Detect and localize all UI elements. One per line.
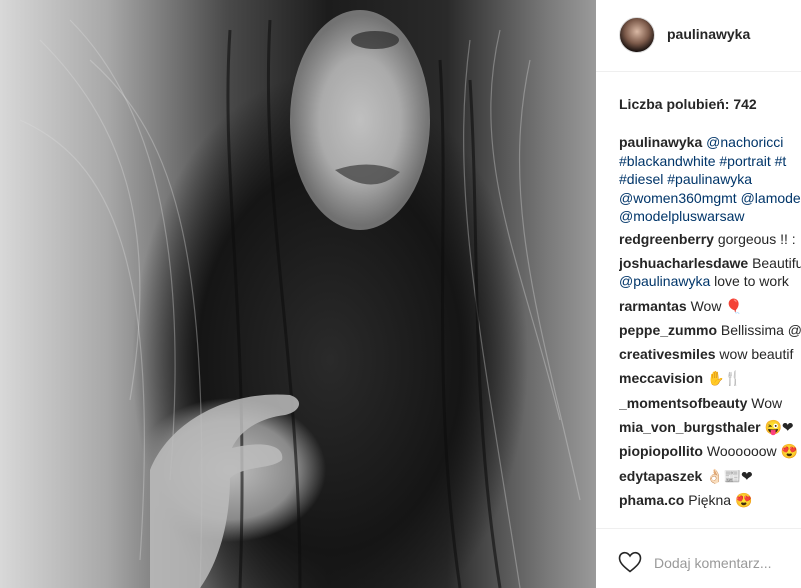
comment-username[interactable]: creativesmiles [619, 346, 716, 362]
post-header: paulinawyka [596, 0, 801, 72]
comment-item: _momentsofbeauty Wow [619, 394, 801, 412]
comment-text: wow beautif [719, 346, 794, 363]
likes-count[interactable]: Liczba polubień: 742 [619, 96, 757, 112]
photo-artwork [19, 10, 581, 588]
comment-text: Wow 🎈 [690, 297, 743, 314]
comment-username[interactable]: phama.co [619, 492, 684, 508]
comment-text: ✋🍴 [706, 370, 742, 387]
comment-text: Woooooow 😍 [706, 443, 798, 460]
comment-username[interactable]: meccavision [619, 370, 703, 386]
avatar[interactable] [619, 17, 655, 53]
comment-text: Piękna 😍 [688, 491, 753, 508]
post-caption: paulinawyka @nachoricci #blackandwhite #… [619, 133, 801, 226]
comment-footer: Dodaj komentarz... [596, 528, 801, 588]
comment-item: redgreenberry gorgeous !! : [619, 230, 801, 248]
comment-text: 😜❤ [764, 419, 794, 436]
comment-item: mia_von_burgsthaler 😜❤ [619, 418, 801, 436]
comment-item: edytapaszek 👌🏻📰❤ [619, 467, 801, 485]
comment-username[interactable]: _momentsofbeauty [619, 395, 747, 411]
caption-mentions-line[interactable]: @modelpluswarsaw [619, 207, 801, 226]
comment-item: joshuacharlesdawe Beautifu @paulinawyka … [619, 254, 801, 290]
comment-item: rarmantas Wow 🎈 [619, 297, 801, 315]
comment-item: meccavision ✋🍴 [619, 369, 801, 387]
post-photo[interactable] [0, 0, 596, 588]
comment-username[interactable]: joshuacharlesdawe [619, 255, 748, 271]
comment-text: Bellissima @ [720, 321, 801, 338]
comment-username[interactable]: redgreenberry [619, 231, 714, 247]
caption-hashtags-line[interactable]: #diesel #paulinawyka [619, 170, 801, 189]
comment-text: Beautifu [752, 255, 801, 272]
comment-mention[interactable]: @paulinawyka [619, 273, 710, 289]
comment-text: gorgeous !! : [717, 231, 796, 247]
comment-item: creativesmiles wow beautif [619, 345, 801, 363]
comment-item: peppe_zummo Bellissima @ [619, 321, 801, 339]
caption-mention[interactable]: @nachoricci [706, 134, 783, 150]
comment-username[interactable]: peppe_zummo [619, 322, 717, 338]
heart-outline-icon[interactable] [618, 551, 642, 573]
comment-text: Wow [751, 394, 783, 411]
comment-username[interactable]: mia_von_burgsthaler [619, 419, 761, 435]
caption-hashtags-line[interactable]: #blackandwhite #portrait #t [619, 152, 801, 171]
comment-username[interactable]: edytapaszek [619, 468, 702, 484]
heart-icon-svg [618, 551, 642, 573]
comment-item: phama.co Piękna 😍 [619, 491, 801, 509]
add-comment-input[interactable]: Dodaj komentarz... [654, 555, 772, 571]
caption-username[interactable]: paulinawyka [619, 134, 702, 150]
comment-item: piopiopollito Woooooow 😍 [619, 442, 801, 460]
post-sidebar: paulinawyka Liczba polubień: 742 paulina… [596, 0, 801, 588]
post-author-username[interactable]: paulinawyka [667, 26, 750, 42]
comments-list[interactable]: redgreenberry gorgeous !! : joshuacharle… [619, 230, 801, 525]
comment-text: 👌🏻📰❤ [706, 467, 753, 484]
comment-username[interactable]: rarmantas [619, 298, 687, 314]
comment-username[interactable]: piopiopollito [619, 443, 703, 459]
caption-mentions-line[interactable]: @women360mgmt @lamode [619, 189, 801, 208]
comment-text-continued: love to work [710, 273, 789, 290]
